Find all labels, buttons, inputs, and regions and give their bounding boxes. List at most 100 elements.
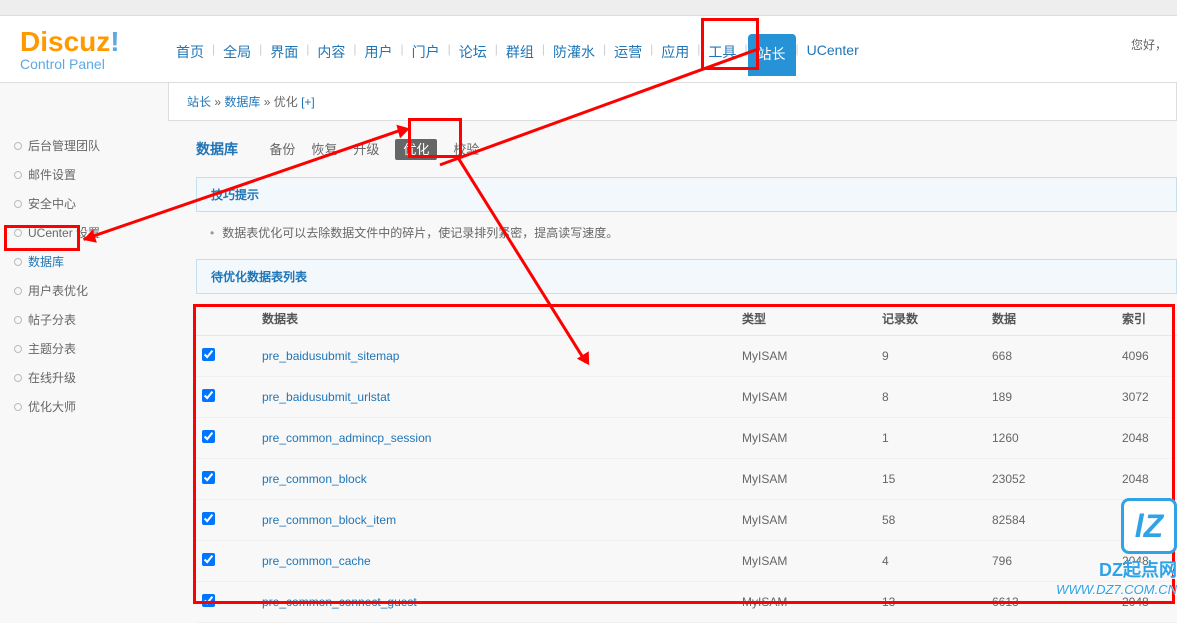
logo-excl: !: [110, 26, 119, 57]
topnav-内容[interactable]: 内容: [309, 34, 353, 70]
col-data: 数据: [986, 302, 1116, 336]
sidebar-item-用户表优化[interactable]: 用户表优化: [0, 276, 168, 305]
topnav-群组[interactable]: 群组: [498, 34, 542, 70]
section-title: 待优化数据表列表: [196, 259, 1177, 294]
subtab-优化[interactable]: 优化: [395, 139, 437, 160]
subtab-升级[interactable]: 升级: [353, 142, 379, 157]
topnav-门户[interactable]: 门户: [404, 34, 448, 70]
greeting: 您好，: [1131, 16, 1177, 82]
sidebar-item-UCenter 设置[interactable]: UCenter 设置: [0, 218, 168, 247]
row-name: pre_common_block_item: [256, 500, 736, 541]
watermark-text: DZ起点网: [1056, 556, 1177, 582]
logo-brand: Discuz: [20, 26, 110, 57]
row-name: pre_common_admincp_session: [256, 418, 736, 459]
row-name: pre_common_block: [256, 459, 736, 500]
row-type: MyISAM: [736, 336, 876, 377]
tips-text: 数据表优化可以去除数据文件中的碎片，使记录排列紧密，提高读写速度。: [196, 224, 1177, 241]
row-data: 189: [986, 377, 1116, 418]
topnav-全局[interactable]: 全局: [215, 34, 259, 70]
header: Discuz! Control Panel 首页|全局|界面|内容|用户|门户|…: [0, 16, 1177, 83]
sidebar-item-邮件设置[interactable]: 邮件设置: [0, 160, 168, 189]
subtab-title[interactable]: 数据库: [196, 141, 238, 157]
optimize-table: 数据表 类型 记录数 数据 索引 pre_baidusubmit_sitemap…: [196, 302, 1177, 623]
row-data: 23052: [986, 459, 1116, 500]
subtab-校验[interactable]: 校验: [453, 142, 479, 157]
table-row: pre_common_blockMyISAM15230522048: [196, 459, 1177, 500]
top-nav: 首页|全局|界面|内容|用户|门户|论坛|群组|防灌水|运营|应用|工具|站长|…: [168, 16, 1131, 82]
topnav-UCenter[interactable]: UCenter: [799, 34, 867, 66]
row-rows: 15: [876, 459, 986, 500]
row-index: 2048: [1116, 418, 1177, 459]
row-checkbox[interactable]: [202, 430, 215, 443]
row-rows: 4: [876, 541, 986, 582]
row-type: MyISAM: [736, 418, 876, 459]
breadcrumb-b[interactable]: 数据库: [224, 95, 260, 109]
table-row: pre_common_admincp_sessionMyISAM11260204…: [196, 418, 1177, 459]
row-checkbox[interactable]: [202, 594, 215, 607]
table-row: pre_baidusubmit_urlstatMyISAM81893072: [196, 377, 1177, 418]
topnav-运营[interactable]: 运营: [606, 34, 650, 70]
table-row: pre_common_connect_guestMyISAM1366132048: [196, 582, 1177, 623]
row-checkbox[interactable]: [202, 553, 215, 566]
row-checkbox[interactable]: [202, 512, 215, 525]
row-name: pre_common_connect_guest: [256, 582, 736, 623]
row-type: MyISAM: [736, 500, 876, 541]
logo: Discuz! Control Panel: [0, 16, 168, 82]
topnav-防灌水[interactable]: 防灌水: [545, 34, 603, 70]
row-checkbox[interactable]: [202, 389, 215, 402]
table-row: pre_common_block_itemMyISAM58825843072: [196, 500, 1177, 541]
row-checkbox[interactable]: [202, 348, 215, 361]
topnav-论坛[interactable]: 论坛: [451, 34, 495, 70]
sidebar-item-在线升级[interactable]: 在线升级: [0, 363, 168, 392]
row-data: 1260: [986, 418, 1116, 459]
table-row: pre_baidusubmit_sitemapMyISAM96684096: [196, 336, 1177, 377]
sidebar-item-优化大师[interactable]: 优化大师: [0, 392, 168, 421]
sidebar-item-后台管理团队[interactable]: 后台管理团队: [0, 131, 168, 160]
row-checkbox[interactable]: [202, 471, 215, 484]
sub-tabs: 数据库 备份 恢复 升级 优化 校验: [196, 139, 1177, 159]
window-chrome: [0, 0, 1177, 16]
main-content: 数据库 备份 恢复 升级 优化 校验 技巧提示 数据表优化可以去除数据文件中的碎片，使记…: [168, 121, 1177, 623]
row-index: 2048: [1116, 459, 1177, 500]
sidebar: 后台管理团队邮件设置安全中心UCenter 设置数据库用户表优化帖子分表主题分表…: [0, 121, 168, 623]
col-table: 数据表: [256, 302, 736, 336]
row-rows: 8: [876, 377, 986, 418]
topnav-用户[interactable]: 用户: [357, 34, 401, 70]
col-rows: 记录数: [876, 302, 986, 336]
row-name: pre_common_cache: [256, 541, 736, 582]
topnav-应用[interactable]: 应用: [653, 34, 697, 70]
topnav-站长[interactable]: 站长: [748, 34, 796, 76]
row-name: pre_baidusubmit_sitemap: [256, 336, 736, 377]
topnav-首页[interactable]: 首页: [168, 34, 212, 70]
row-type: MyISAM: [736, 459, 876, 500]
watermark-url: WWW.DZ7.COM.CN: [1056, 582, 1177, 597]
row-type: MyISAM: [736, 377, 876, 418]
row-rows: 9: [876, 336, 986, 377]
breadcrumb: 站长 » 数据库 » 优化 [+]: [168, 83, 1177, 121]
tips-header: 技巧提示: [196, 177, 1177, 212]
table-row: pre_common_cacheMyISAM47962048: [196, 541, 1177, 582]
watermark-badge: lZ: [1121, 498, 1177, 554]
watermark: lZ DZ起点网 WWW.DZ7.COM.CN: [1056, 498, 1177, 597]
sidebar-item-安全中心[interactable]: 安全中心: [0, 189, 168, 218]
row-type: MyISAM: [736, 541, 876, 582]
sidebar-item-帖子分表[interactable]: 帖子分表: [0, 305, 168, 334]
topnav-工具[interactable]: 工具: [700, 34, 744, 70]
row-name: pre_baidusubmit_urlstat: [256, 377, 736, 418]
row-rows: 1: [876, 418, 986, 459]
subtab-恢复[interactable]: 恢复: [311, 142, 337, 157]
row-rows: 58: [876, 500, 986, 541]
subtab-备份[interactable]: 备份: [269, 142, 295, 157]
topnav-界面[interactable]: 界面: [262, 34, 306, 70]
breadcrumb-c: 优化: [274, 95, 298, 109]
sidebar-item-数据库[interactable]: 数据库: [0, 247, 168, 276]
sidebar-item-主题分表[interactable]: 主题分表: [0, 334, 168, 363]
row-index: 4096: [1116, 336, 1177, 377]
breadcrumb-expand[interactable]: [+]: [298, 95, 315, 109]
breadcrumb-a[interactable]: 站长: [187, 95, 211, 109]
row-index: 3072: [1116, 377, 1177, 418]
logo-subtitle: Control Panel: [20, 56, 168, 72]
row-rows: 13: [876, 582, 986, 623]
row-data: 668: [986, 336, 1116, 377]
row-type: MyISAM: [736, 582, 876, 623]
